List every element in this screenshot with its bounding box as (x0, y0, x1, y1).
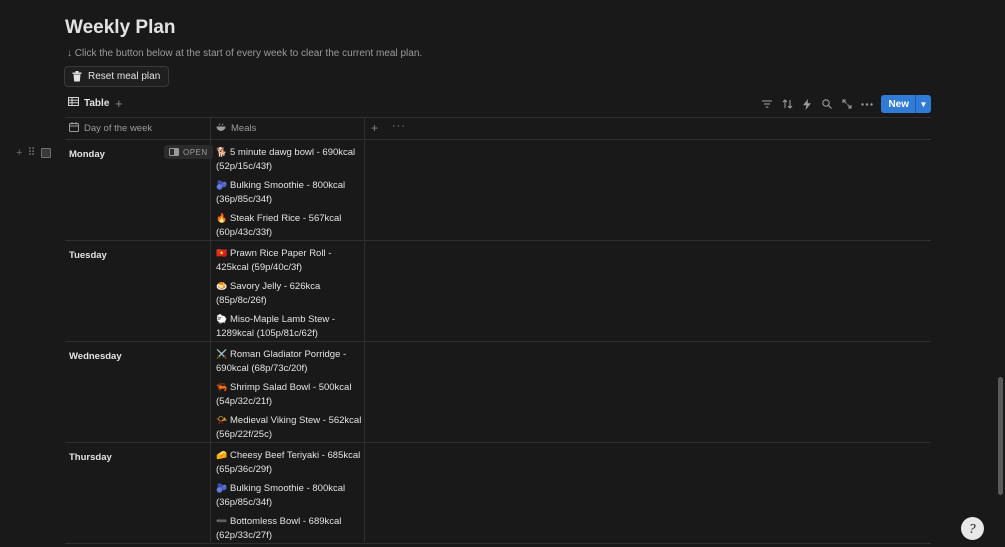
meal-emoji-icon: ➖ (216, 516, 228, 526)
day-name: Monday (69, 149, 105, 160)
trash-icon (72, 71, 82, 82)
search-icon[interactable] (817, 96, 837, 113)
meal-link[interactable]: 🫐 Bulking Smoothie - 800kcal (36p/85c/34f… (216, 178, 362, 207)
meal-emoji-icon: 🐑 (216, 314, 228, 324)
meal-label: Shrimp Salad Bowl - 500kcal (54p/32c/21f… (216, 382, 352, 407)
table-row[interactable]: Tuesday 🇻🇳 Prawn Rice Paper Roll - 425kcal… (65, 241, 931, 342)
meal-emoji-icon: 🫐 (216, 483, 228, 493)
chevron-down-icon[interactable]: ▼ (915, 95, 931, 113)
automation-lightning-icon[interactable] (797, 96, 817, 113)
day-name: Tuesday (69, 250, 107, 261)
open-badge-label: OPEN (183, 147, 208, 157)
meal-label: Bulking Smoothie - 800kcal (36p/85c/34f) (216, 483, 346, 508)
more-options-icon[interactable] (857, 96, 877, 113)
new-button-label: New (888, 98, 909, 110)
meal-emoji-icon: 🐕 (216, 147, 228, 157)
filter-icon[interactable] (757, 96, 777, 113)
views-bar: Table + New ▼ (65, 95, 931, 117)
meal-label: Prawn Rice Paper Roll - 425kcal (59p/40c… (216, 248, 332, 273)
drag-handle-icon[interactable]: ⠿ (27, 146, 35, 159)
meals-cell[interactable]: 🧀 Cheesy Beef Teriyaki - 685kcal (65p/36c… (216, 448, 362, 547)
meal-label: Roman Gladiator Porridge - 690kcal (68p/… (216, 349, 347, 374)
tab-table-label: Table (84, 97, 110, 109)
more-properties-icon[interactable]: ··· (392, 120, 406, 132)
meal-label: Medieval Viking Stew - 562kcal (56p/22f/… (216, 415, 362, 440)
instruction-text: ↓ Click the button below at the start of… (67, 48, 423, 59)
day-name: Wednesday (69, 351, 122, 362)
meal-emoji-icon: 🦐 (216, 382, 228, 392)
meal-label: Cheesy Beef Teriyaki - 685kcal (65p/36c/… (216, 450, 361, 475)
help-button[interactable]: ? (961, 517, 984, 540)
meal-link[interactable]: 📯 Medieval Viking Stew - 562kcal (56p/22f… (216, 413, 362, 442)
meal-emoji-icon: 🫐 (216, 180, 228, 190)
meal-label: 5 minute dawg bowl - 690kcal (52p/15c/43… (216, 147, 356, 172)
row-checkbox[interactable] (40, 147, 51, 158)
reset-meal-plan-button[interactable]: Reset meal plan (64, 66, 170, 87)
table-row[interactable]: Thursday 🧀 Cheesy Beef Teriyaki - 685kcal … (65, 443, 931, 544)
meals-cell[interactable]: ⚔️ Roman Gladiator Porridge - 690kcal (68… (216, 347, 362, 446)
column-header-day[interactable]: Day of the week (69, 118, 152, 139)
database-toolbar: New ▼ (757, 95, 931, 113)
table-row[interactable]: + ⠿ Monday OPEN 🐕 5 minute dawg bowl - 690kca… (16, 140, 931, 244)
meal-link[interactable]: 🐑 Miso-Maple Lamb Stew - 1289kcal (105p/8… (216, 312, 362, 341)
meal-plan-table: Day of the week Meals + ··· + ⠿ Monday OPEN… (16, 118, 931, 544)
page-title: Weekly Plan (65, 17, 176, 38)
meal-link[interactable]: 🍮 Savory Jelly - 626kca (85p/8c/26f) (216, 279, 362, 308)
meal-emoji-icon: 🇻🇳 (216, 248, 228, 258)
meal-link[interactable]: 🫐 Bulking Smoothie - 800kcal (36p/85c/34f… (216, 481, 362, 510)
meal-emoji-icon: 🍮 (216, 281, 228, 291)
meal-link[interactable]: 🐕 5 minute dawg bowl - 690kcal (52p/15c/4… (216, 145, 362, 174)
open-row-button[interactable]: OPEN (164, 145, 213, 159)
reset-button-label: Reset meal plan (88, 71, 161, 82)
meal-emoji-icon: 🧀 (216, 450, 228, 460)
new-button[interactable]: New ▼ (881, 95, 931, 113)
meal-link[interactable]: 🔥 Steak Fried Rice - 567kcal (60p/43c/33f… (216, 211, 362, 240)
meal-emoji-icon: 🔥 (216, 213, 228, 223)
meal-label: Savory Jelly - 626kca (85p/8c/26f) (216, 281, 321, 306)
help-icon: ? (969, 521, 976, 536)
sort-icon[interactable] (777, 96, 797, 113)
add-row-icon[interactable]: + (16, 147, 22, 159)
meal-label: Bottomless Bowl - 689kcal (62p/33c/27f) (216, 516, 342, 541)
meal-link[interactable]: 🦐 Shrimp Salad Bowl - 500kcal (54p/32c/21… (216, 380, 362, 409)
table-header: Day of the week Meals + ··· (65, 118, 931, 140)
bowl-icon (216, 122, 226, 135)
add-view-button[interactable]: + (115, 97, 123, 111)
table-row[interactable]: Wednesday ⚔️ Roman Gladiator Porridge - 69… (65, 342, 931, 443)
meal-label: Miso-Maple Lamb Stew - 1289kcal (105p/81… (216, 314, 336, 339)
column-header-meals-label: Meals (231, 123, 257, 134)
scrollbar[interactable] (998, 377, 1003, 495)
meal-link[interactable]: 🧀 Cheesy Beef Teriyaki - 685kcal (65p/36c… (216, 448, 362, 477)
meal-label: Steak Fried Rice - 567kcal (60p/43c/33f) (216, 213, 342, 238)
calendar-icon (69, 122, 79, 135)
day-name: Thursday (69, 452, 112, 463)
meals-cell[interactable]: 🇻🇳 Prawn Rice Paper Roll - 425kcal (59p/4… (216, 246, 362, 345)
open-panel-icon (169, 148, 179, 156)
row-handles: + ⠿ (16, 146, 51, 159)
meal-label: Bulking Smoothie - 800kcal (36p/85c/34f) (216, 180, 346, 205)
meal-emoji-icon: 📯 (216, 415, 228, 425)
column-header-meals[interactable]: Meals (216, 118, 256, 139)
column-header-day-label: Day of the week (84, 123, 153, 134)
meal-link[interactable]: ➖ Bottomless Bowl - 689kcal (62p/33c/27f) (216, 514, 362, 543)
meal-emoji-icon: ⚔️ (216, 349, 228, 359)
add-property-button[interactable]: + (371, 121, 378, 135)
meal-link[interactable]: ⚔️ Roman Gladiator Porridge - 690kcal (68… (216, 347, 362, 376)
tab-table[interactable]: Table (68, 97, 109, 109)
table-icon (68, 97, 79, 109)
expand-icon[interactable] (837, 96, 857, 113)
meal-link[interactable]: 🇻🇳 Prawn Rice Paper Roll - 425kcal (59p/4… (216, 246, 362, 275)
meals-cell[interactable]: 🐕 5 minute dawg bowl - 690kcal (52p/15c/4… (216, 145, 362, 244)
